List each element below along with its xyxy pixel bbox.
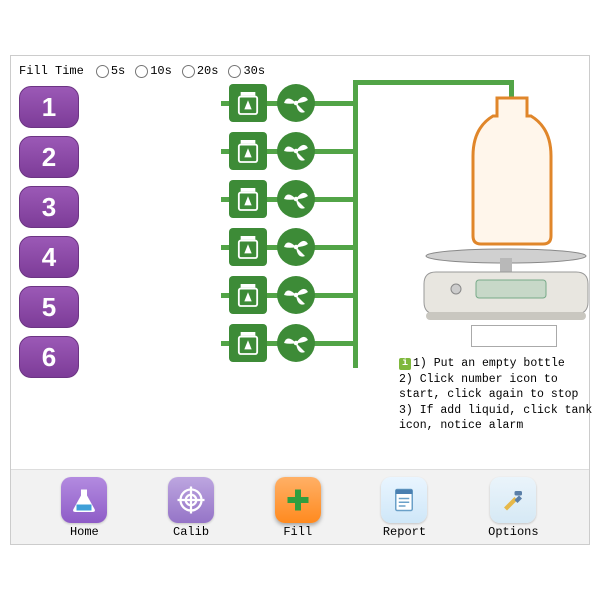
tank-2-button[interactable] <box>229 132 267 170</box>
fan-icon <box>281 184 311 214</box>
nav-home[interactable]: Home <box>61 477 107 539</box>
tank-icon <box>237 234 259 260</box>
fill-time-option-5s[interactable]: 5s <box>96 64 125 78</box>
flask-icon <box>61 477 107 523</box>
pump-5-button[interactable] <box>277 276 315 314</box>
pump-2-button[interactable] <box>277 132 315 170</box>
channel-1-button[interactable]: 1 <box>19 86 79 128</box>
plus-icon <box>275 477 321 523</box>
instruction-line-2: 2) Click number icon to start, click aga… <box>399 373 578 402</box>
nav-options-label: Options <box>488 525 538 539</box>
channel-4-button[interactable]: 4 <box>19 236 79 278</box>
tank-5-button[interactable] <box>229 276 267 314</box>
fan-icon <box>281 328 311 358</box>
tank-icon <box>237 90 259 116</box>
flow-unit-1 <box>229 84 315 122</box>
instruction-line-1: 1) Put an empty bottle <box>413 357 565 370</box>
pipe <box>353 80 358 368</box>
tank-1-button[interactable] <box>229 84 267 122</box>
fill-time-option-20s[interactable]: 20s <box>182 64 219 78</box>
fan-icon <box>281 88 311 118</box>
pump-3-button[interactable] <box>277 180 315 218</box>
fill-time-label: Fill Time <box>19 64 84 78</box>
channel-2-button[interactable]: 2 <box>19 136 79 178</box>
fan-icon <box>281 136 311 166</box>
fill-time-option-10s[interactable]: 10s <box>135 64 172 78</box>
nav-calib[interactable]: Calib <box>168 477 214 539</box>
tank-6-button[interactable] <box>229 324 267 362</box>
document-icon <box>381 477 427 523</box>
fan-icon <box>281 232 311 262</box>
pump-4-button[interactable] <box>277 228 315 266</box>
tank-icon <box>237 330 259 356</box>
pipe <box>353 80 513 85</box>
nav-report[interactable]: Report <box>381 477 427 539</box>
weight-readout-input[interactable] <box>471 325 557 347</box>
channel-5-button[interactable]: 5 <box>19 286 79 328</box>
tank-4-button[interactable] <box>229 228 267 266</box>
pump-6-button[interactable] <box>277 324 315 362</box>
fan-icon <box>281 280 311 310</box>
tank-icon <box>237 186 259 212</box>
flow-unit-3 <box>229 180 315 218</box>
flow-unit-2 <box>229 132 315 170</box>
balance-scale-icon <box>416 244 596 324</box>
nav-report-label: Report <box>383 525 426 539</box>
crosshair-icon <box>168 477 214 523</box>
pump-1-button[interactable] <box>277 84 315 122</box>
tools-icon <box>490 477 536 523</box>
nav-calib-label: Calib <box>173 525 209 539</box>
tank-icon <box>237 282 259 308</box>
channel-3-button[interactable]: 3 <box>19 186 79 228</box>
nav-options[interactable]: Options <box>488 477 538 539</box>
bottom-nav: Home Calib Fill Report Options <box>11 469 589 544</box>
bottle-icon <box>453 96 571 246</box>
tank-icon <box>237 138 259 164</box>
flow-unit-4 <box>229 228 315 266</box>
info-icon: i <box>399 358 411 370</box>
nav-fill[interactable]: Fill <box>275 477 321 539</box>
nav-home-label: Home <box>70 525 99 539</box>
instructions-panel: i1) Put an empty bottle 2) Click number … <box>399 356 594 434</box>
instruction-line-3: 3) If add liquid, click tank icon, notic… <box>399 404 599 433</box>
nav-fill-label: Fill <box>283 525 312 539</box>
tank-3-button[interactable] <box>229 180 267 218</box>
channel-buttons: 1 2 3 4 5 6 <box>19 86 79 378</box>
flow-unit-6 <box>229 324 315 362</box>
flow-unit-5 <box>229 276 315 314</box>
app-window: Fill Time 5s 10s 20s 30s 1 2 3 4 5 6 <box>10 55 590 545</box>
channel-6-button[interactable]: 6 <box>19 336 79 378</box>
